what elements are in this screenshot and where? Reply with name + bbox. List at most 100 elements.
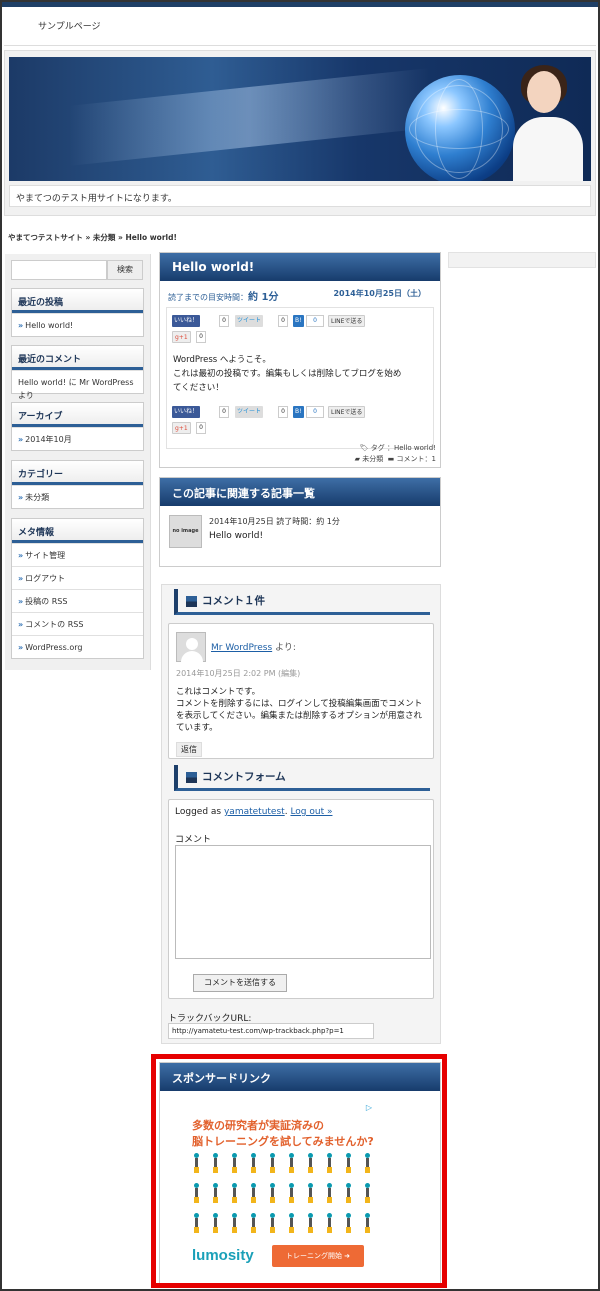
sidebar-item[interactable]: » 2014年10月 (12, 427, 143, 450)
chevron-right-icon: » (18, 643, 24, 652)
widget-recent-posts: 最近の投稿 » Hello world! (11, 288, 144, 337)
top-bar (2, 2, 598, 7)
comment-form: Logged as yamatetutest. Log out » コメント コ… (168, 799, 434, 999)
post-title[interactable]: Hello world! (160, 253, 440, 281)
chevron-right-icon: » (18, 574, 24, 583)
related-item-title[interactable]: Hello world! (209, 531, 263, 541)
logged-user-link[interactable]: yamatetutest (224, 807, 285, 817)
logged-as-line: Logged as yamatetutest. Log out » (175, 807, 333, 817)
widget-title: アーカイブ (12, 403, 143, 427)
widget-title: カテゴリー (12, 461, 143, 485)
post-tags[interactable]: 🏷 タグ ：Hello world! (360, 443, 436, 453)
trackback-url-field[interactable]: http://yamatetu-test.com/wp-trackback.ph… (168, 1023, 374, 1039)
post-comment-count[interactable]: コメント：1 (397, 455, 436, 463)
read-time: 読了までの目安時間：約 1分 (168, 292, 279, 303)
related-thumbnail[interactable]: no image (169, 515, 202, 548)
site-header: やまてつのテスト用サイトになります。 (4, 50, 596, 216)
comments-section: コメント１件 Mr WordPress より: 2014年10月25日 2:02… (161, 584, 441, 1044)
comment-date[interactable]: 2014年10月25日 2:02 PM (176, 669, 276, 678)
logout-link[interactable]: Log out » (290, 807, 332, 817)
sidebar-item[interactable]: » 投稿の RSS (12, 589, 143, 612)
facebook-like-button[interactable]: いいね！ (172, 406, 201, 418)
widget-title: 最近のコメント (12, 346, 143, 370)
comment-author[interactable]: Mr WordPress (211, 643, 272, 653)
chevron-right-icon: » (18, 551, 24, 560)
sidebar-item[interactable]: » ログアウト (12, 566, 143, 589)
submit-comment-button[interactable]: コメントを送信する (193, 974, 287, 992)
related-title: この記事に関連する記事一覧 (160, 478, 440, 506)
comment-icon: ▬ (387, 455, 395, 463)
comment-edit-link[interactable]: (編集) (278, 669, 300, 678)
comment-form-heading: コメントフォーム (174, 765, 430, 791)
comment-item: Mr WordPress より: 2014年10月25日 2:02 PM (編集… (168, 623, 434, 759)
post-paragraph: WordPress へようこそ。 (173, 355, 271, 365)
tweet-button[interactable]: ツイート (235, 406, 264, 418)
reply-button[interactable]: 返信 (176, 742, 202, 757)
comment-date-line: 2014年10月25日 2:02 PM (編集) (176, 668, 300, 679)
right-sidebar (448, 252, 596, 268)
widget-recent-comments: 最近のコメント Hello world! に Mr WordPress より (11, 345, 144, 400)
globe-image (405, 75, 515, 181)
site-tagline: やまてつのテスト用サイトになります。 (9, 185, 591, 207)
widget-archive: アーカイブ » 2014年10月 (11, 402, 144, 451)
gplus-button[interactable]: g+1 (172, 331, 191, 343)
like-count: 0 (219, 315, 229, 327)
line-share-button[interactable]: LINEで送る (328, 315, 366, 327)
sidebar-item[interactable]: » サイト管理 (12, 543, 143, 566)
avatar (176, 632, 206, 663)
gplus-count: 0 (196, 422, 206, 434)
tag-icon: 🏷 (359, 444, 369, 452)
chevron-right-icon: » (18, 493, 24, 502)
share-row-top: いいね！ 0 ツイート 0 B! 0 LINEで送る (172, 315, 412, 329)
post-paragraph: これは最初の投稿です。編集もしくは削除してブログを始めてください！ (173, 369, 402, 393)
widget-title: 最近の投稿 (12, 289, 143, 313)
tweet-count: 0 (278, 406, 288, 418)
gplus-row-top: g+1 0 (172, 331, 232, 345)
gplus-row-bottom: g+1 0 (172, 422, 232, 436)
hatena-button[interactable]: B! (293, 315, 304, 327)
hatena-count: 0 (306, 315, 324, 327)
facebook-like-button[interactable]: いいね！ (172, 315, 201, 327)
sidebar-item[interactable]: » Hello world! (12, 313, 143, 336)
search-button[interactable]: 検索 (107, 260, 143, 280)
folder-icon: ▰ (354, 455, 360, 463)
sidebar-item[interactable]: » 未分類 (12, 485, 143, 508)
hatena-count: 0 (306, 406, 324, 418)
widget-meta: メタ情報 » サイト管理 » ログアウト » 投稿の RSS » コメントの RSS »… (11, 518, 144, 659)
post-date: 2014年10月25日（土） (333, 289, 426, 298)
like-count: 0 (219, 406, 229, 418)
operator-woman-image (509, 65, 585, 181)
chevron-right-icon: » (18, 597, 24, 606)
widget-category: カテゴリー » 未分類 (11, 460, 144, 509)
sidebar-item[interactable]: Hello world! に Mr WordPress より (12, 370, 143, 400)
related-posts: この記事に関連する記事一覧 no image 2014年10月25日 読了時間：… (159, 477, 441, 567)
hatena-button[interactable]: B! (293, 406, 304, 418)
breadcrumb[interactable]: やまてつテストサイト » 未分類 » Hello world! (8, 232, 177, 243)
heading-square-icon (186, 595, 197, 607)
post-footer-meta: ▰ 未分類 ▬ コメント：1 (355, 454, 436, 464)
search-input[interactable] (11, 260, 107, 280)
tweet-count: 0 (278, 315, 288, 327)
chevron-right-icon: » (18, 435, 24, 444)
nav-sample-page[interactable]: サンプルページ (38, 19, 101, 32)
chevron-right-icon: » (18, 321, 24, 330)
post-article: Hello world! 読了までの目安時間：約 1分 2014年10月25日（… (159, 252, 441, 468)
highlight-box (151, 1054, 447, 1288)
widget-title: メタ情報 (12, 519, 143, 543)
chevron-right-icon: » (18, 620, 24, 629)
sidebar-item[interactable]: » WordPress.org (12, 635, 143, 658)
page-frame: サンプルページ やまてつのテスト用サイトになります。 やまてつテストサイト » … (0, 0, 600, 1291)
comment-label: コメント (175, 835, 212, 845)
post-body: WordPress へようこそ。 これは最初の投稿です。編集もしくは削除してブロ… (173, 353, 405, 395)
share-row-bottom: いいね！ 0 ツイート 0 B! 0 LINEで送る (172, 406, 412, 420)
post-category[interactable]: 未分類 (362, 455, 383, 463)
sidebar-item[interactable]: » コメントの RSS (12, 612, 143, 635)
banner-light-streak (69, 68, 429, 166)
line-share-button[interactable]: LINEで送る (328, 406, 366, 418)
comment-author-line: Mr WordPress より: (211, 643, 296, 653)
gplus-button[interactable]: g+1 (172, 422, 191, 434)
tweet-button[interactable]: ツイート (235, 315, 264, 327)
header-banner-image[interactable] (9, 57, 591, 181)
heading-square-icon (186, 771, 197, 783)
comment-textarea[interactable] (175, 845, 431, 959)
